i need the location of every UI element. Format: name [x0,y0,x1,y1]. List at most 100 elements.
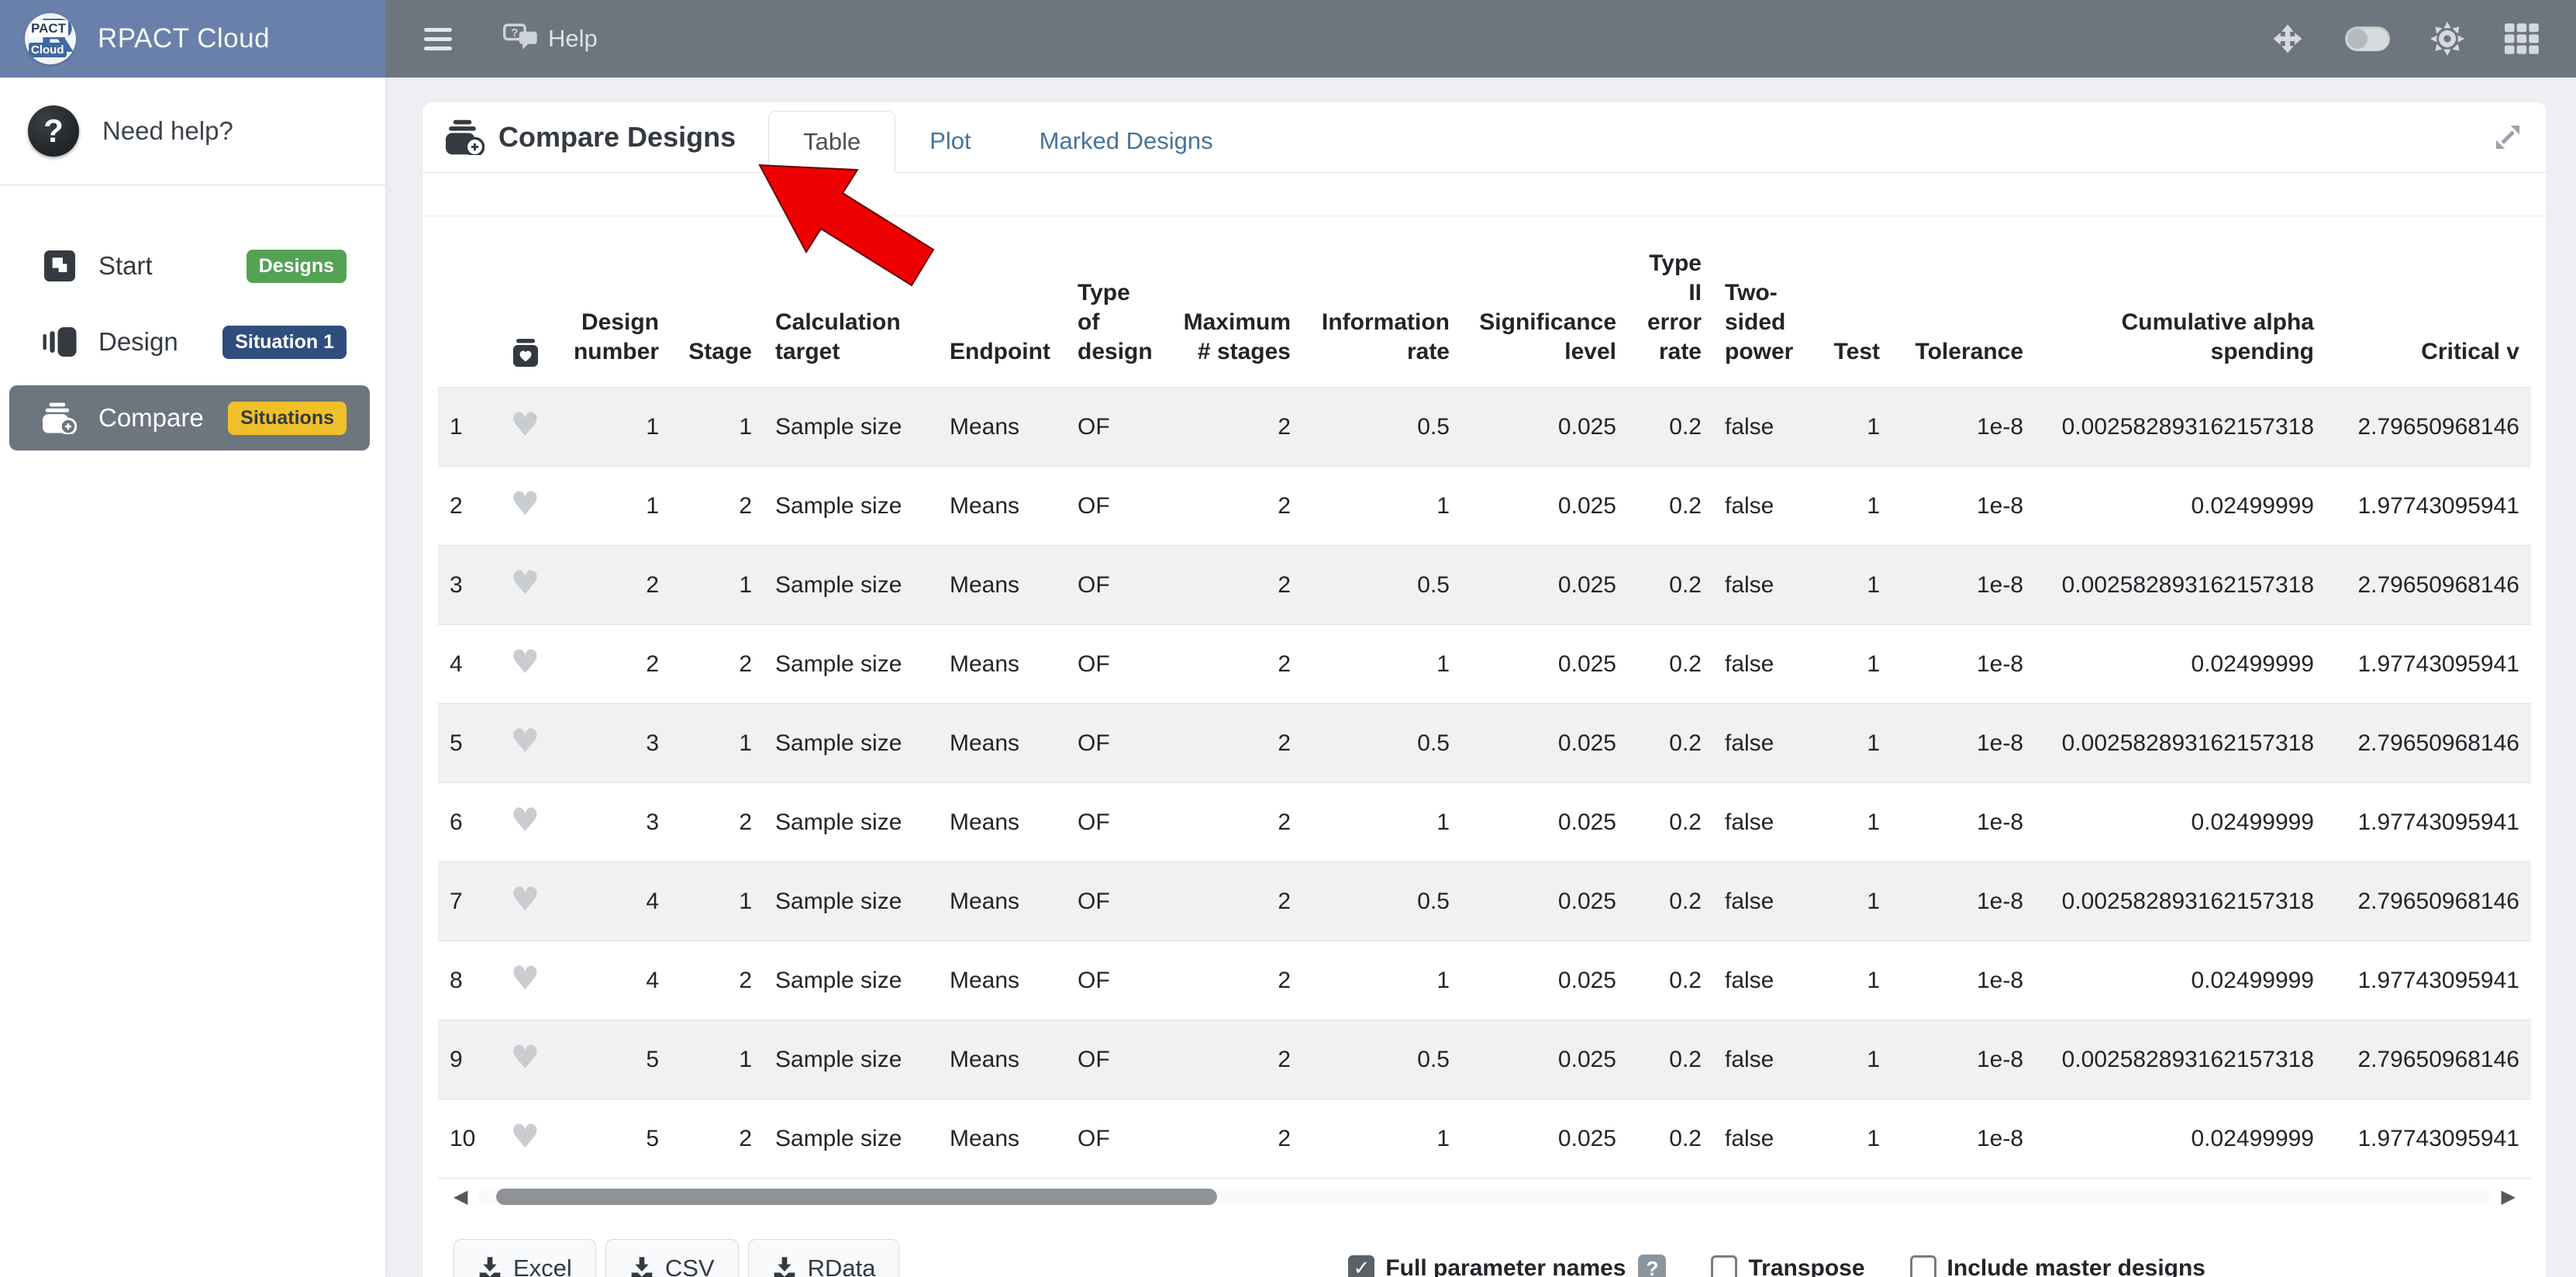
heart-icon[interactable]: ♥ [511,727,540,756]
sidebar-item-start[interactable]: Start Designs [0,233,385,299]
sidebar-item-compare[interactable]: Compare Situations [9,385,370,450]
cell-stage: 1 [671,546,764,625]
cell-maximum-stages: 2 [1167,625,1302,704]
cell-endpoint: Means [938,467,1066,546]
sun-icon[interactable] [2430,22,2464,56]
cell-design-number: 2 [554,625,671,704]
cell-type-of-design: OF [1066,1099,1167,1179]
cell-design-number: 1 [554,388,671,467]
heart-icon[interactable]: ♥ [511,806,540,835]
app-title: RPACT Cloud [98,23,270,54]
cell-critical-value: 2.79650968146 [2326,388,2531,467]
cell-two-sided-power: false [1713,1020,1822,1099]
sidebar-item-design[interactable]: Design Situation 1 [0,309,385,374]
sidebar: ? Need help? Start Designs [0,78,385,1277]
col-cumulative-alpha-spending: Cumulative alpha spending [2035,232,2326,388]
cell-cumulative-alpha-spending: 0.002582893162157318 [2035,862,2326,941]
heart-icon[interactable]: ♥ [511,964,540,993]
row-index: 10 [438,1099,496,1179]
panel-expand-icon[interactable] [2492,122,2523,153]
tab-table[interactable]: Table [768,111,895,173]
scroll-right-arrow[interactable]: ▶ [2492,1186,2516,1206]
cell-endpoint: Means [938,1099,1066,1179]
parameter-names-help-icon[interactable]: ? [1638,1255,1666,1277]
cell-stage: 1 [671,862,764,941]
cell-two-sided-power: false [1713,388,1822,467]
cell-information-rate: 0.5 [1302,546,1461,625]
cell-type-of-design: OF [1066,862,1167,941]
csv-button[interactable]: CSV [605,1239,739,1277]
table-header: Design number Stage Calculation target E… [438,232,2531,388]
cell-significance-level: 0.025 [1461,783,1628,862]
col-type-ii-error-rate: Type II error rate [1628,232,1713,388]
table-row: 3 ♥ 2 1 Sample size Means OF 2 0.5 0.025… [438,546,2531,625]
include-master-designs-label: Include master designs [1947,1255,2205,1277]
cell-information-rate: 1 [1302,625,1461,704]
table-row: 8 ♥ 4 2 Sample size Means OF 2 1 0.025 0… [438,941,2531,1020]
cell-two-sided-power: false [1713,467,1822,546]
checkbox-unchecked-icon [1910,1255,1936,1277]
grid-icon[interactable] [2505,22,2539,56]
transpose-checkbox[interactable]: Transpose [1711,1255,1864,1277]
need-help-item[interactable]: ? Need help? [0,78,385,185]
cell-cumulative-alpha-spending: 0.02499999 [2035,467,2326,546]
cell-calculation-target: Sample size [764,546,938,625]
hamburger-menu-icon[interactable] [424,28,452,50]
full-parameter-names-checkbox[interactable]: ✓ Full parameter names ? [1348,1255,1666,1277]
scroll-left-arrow[interactable]: ◀ [453,1186,477,1206]
tab-plot[interactable]: Plot [895,110,1005,172]
table-controls: Excel CSV RData ✓ Full parameter names [453,1239,2516,1277]
cell-endpoint: Means [938,625,1066,704]
csv-button-label: CSV [665,1255,715,1277]
heart-icon[interactable]: ♥ [511,568,540,598]
heart-icon[interactable]: ♥ [511,1043,540,1072]
cell-tolerance: 1e-8 [1891,704,2035,783]
row-index: 3 [438,546,496,625]
cell-tolerance: 1e-8 [1891,941,2035,1020]
include-master-designs-checkbox[interactable]: Include master designs [1910,1255,2205,1277]
cell-two-sided-power: false [1713,546,1822,625]
cell-maximum-stages: 2 [1167,783,1302,862]
cell-design-number: 3 [554,783,671,862]
cell-maximum-stages: 2 [1167,941,1302,1020]
col-type-of-design: Type of design [1066,232,1167,388]
cell-type-of-design: OF [1066,467,1167,546]
cell-tolerance: 1e-8 [1891,1020,2035,1099]
heart-icon[interactable]: ♥ [511,489,540,519]
theme-toggle[interactable] [2345,26,2390,51]
cell-critical-value: 1.97743095941 [2326,625,2531,704]
cell-calculation-target: Sample size [764,783,938,862]
heart-icon[interactable]: ♥ [511,1122,540,1151]
cell-two-sided-power: false [1713,862,1822,941]
row-index: 4 [438,625,496,704]
cell-cumulative-alpha-spending: 0.002582893162157318 [2035,546,2326,625]
cell-two-sided-power: false [1713,783,1822,862]
row-marked-cell: ♥ [496,388,554,467]
cell-two-sided-power: false [1713,941,1822,1020]
scrollbar-thumb[interactable] [496,1189,1217,1205]
heart-icon[interactable]: ♥ [511,885,540,914]
rdata-button[interactable]: RData [748,1239,900,1277]
excel-button[interactable]: Excel [453,1239,596,1277]
cell-significance-level: 0.025 [1461,467,1628,546]
brand[interactable]: R PACT Cloud RPACT Cloud [0,0,385,78]
cell-maximum-stages: 2 [1167,546,1302,625]
cell-information-rate: 0.5 [1302,704,1461,783]
logo-line2: Cloud [29,43,67,57]
heart-icon[interactable]: ♥ [511,410,540,440]
cell-type-ii-error-rate: 0.2 [1628,1020,1713,1099]
heart-icon[interactable]: ♥ [511,647,540,677]
sidebar-item-label: Design [98,327,178,357]
cell-significance-level: 0.025 [1461,1099,1628,1179]
cell-two-sided-power: false [1713,704,1822,783]
help-menu-item[interactable]: ? Help [503,23,598,54]
cell-type-of-design: OF [1066,783,1167,862]
expand-arrows-icon[interactable] [2271,22,2305,56]
row-marked-cell: ♥ [496,704,554,783]
cell-maximum-stages: 2 [1167,704,1302,783]
cell-type-of-design: OF [1066,1020,1167,1099]
scrollbar-track[interactable] [477,1189,2492,1205]
cell-type-ii-error-rate: 0.2 [1628,625,1713,704]
col-calculation-target: Calculation target [764,232,938,388]
tab-marked-designs[interactable]: Marked Designs [1005,110,1247,172]
